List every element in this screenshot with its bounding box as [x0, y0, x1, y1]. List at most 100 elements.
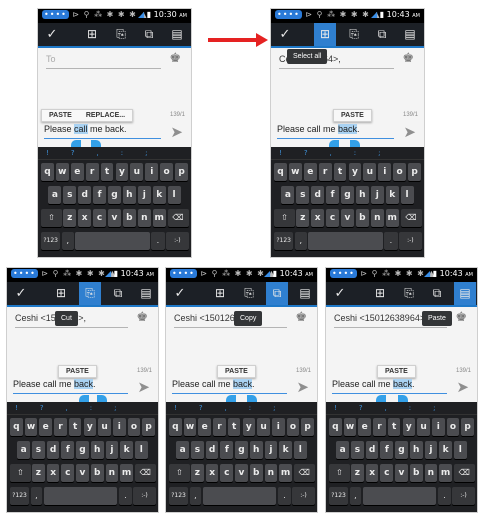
key[interactable]: n [137, 209, 151, 227]
key[interactable]: x [205, 464, 219, 482]
key[interactable]: j [424, 441, 438, 459]
done-check-icon[interactable]: ✓ [168, 282, 192, 305]
key[interactable]: o [286, 418, 300, 436]
key[interactable]: j [370, 186, 384, 204]
select-all-icon[interactable]: ⊞ [314, 23, 336, 46]
key[interactable]: w [55, 163, 69, 181]
key[interactable]: f [220, 441, 234, 459]
paste-icon[interactable]: ▤ [454, 282, 476, 305]
key[interactable]: n [370, 209, 384, 227]
suggestion-item[interactable]: : [249, 404, 251, 412]
key[interactable]: w [343, 418, 357, 436]
replace-button[interactable]: REPLACE... [79, 112, 132, 119]
message-compose-field[interactable]: Please call me back. [332, 379, 447, 394]
suggestion-item[interactable]: ; [145, 149, 147, 157]
key[interactable]: a [176, 441, 190, 459]
key[interactable]: l [453, 441, 467, 459]
key[interactable]: i [431, 418, 445, 436]
key[interactable]: g [395, 441, 408, 459]
send-icon[interactable]: ➤ [296, 378, 309, 396]
comma-key[interactable]: , [30, 487, 43, 505]
key[interactable]: u [257, 418, 270, 436]
message-compose-field[interactable]: Please call me back. [13, 379, 128, 394]
period-key[interactable]: . [277, 487, 291, 505]
key[interactable]: z [32, 464, 45, 482]
suggestion-item[interactable]: : [90, 404, 92, 412]
key[interactable]: u [417, 418, 430, 436]
key[interactable]: e [358, 418, 372, 436]
symbols-mode-key[interactable]: ?123 [169, 487, 189, 505]
key[interactable]: q [169, 418, 182, 436]
key[interactable]: b [355, 209, 369, 227]
key[interactable]: m [439, 464, 452, 482]
suggestion-item[interactable]: , [330, 149, 332, 157]
key[interactable]: c [220, 464, 234, 482]
key[interactable]: j [137, 186, 151, 204]
copy-icon[interactable]: ⧉ [371, 23, 393, 46]
message-compose-field[interactable]: Please call me back. [44, 124, 161, 139]
enter-key[interactable]: :-) [399, 232, 422, 250]
key[interactable]: i [112, 418, 126, 436]
key[interactable]: t [68, 418, 82, 436]
space-key[interactable] [308, 232, 383, 250]
key[interactable]: p [408, 163, 421, 181]
key[interactable]: x [311, 209, 325, 227]
delete-key-icon[interactable]: ⌫ [453, 464, 475, 482]
space-key[interactable] [75, 232, 150, 250]
key[interactable]: g [341, 186, 354, 204]
suggestion-item[interactable]: ? [304, 149, 308, 157]
key[interactable]: v [108, 209, 121, 227]
enter-key[interactable]: :-) [292, 487, 315, 505]
period-key[interactable]: . [437, 487, 451, 505]
shift-key-icon[interactable]: ⇧ [274, 209, 295, 227]
key[interactable]: d [78, 186, 92, 204]
paste-button[interactable]: PASTE [42, 112, 79, 119]
key[interactable]: f [326, 186, 340, 204]
suggestion-item[interactable]: ; [114, 404, 116, 412]
space-key[interactable] [202, 487, 277, 505]
key[interactable]: b [249, 464, 263, 482]
suggestion-item[interactable]: , [385, 404, 387, 412]
comma-key[interactable]: , [294, 232, 307, 250]
key[interactable]: s [32, 441, 45, 459]
symbols-mode-key[interactable]: ?123 [329, 487, 349, 505]
cut-icon[interactable]: ⎘ [343, 23, 365, 46]
key[interactable]: k [385, 186, 399, 204]
suggestion-item[interactable]: ! [279, 149, 282, 157]
key[interactable]: y [83, 418, 97, 436]
period-key[interactable]: . [384, 232, 398, 250]
key[interactable]: d [365, 441, 379, 459]
key[interactable]: l [167, 186, 181, 204]
key[interactable]: h [90, 441, 104, 459]
select-all-icon[interactable]: ⊞ [369, 282, 391, 305]
key[interactable]: f [380, 441, 394, 459]
comma-key[interactable]: , [61, 232, 74, 250]
suggestion-item[interactable]: , [225, 404, 227, 412]
key[interactable]: d [205, 441, 219, 459]
key[interactable]: a [336, 441, 350, 459]
shift-key-icon[interactable]: ⇧ [10, 464, 31, 482]
comma-key[interactable]: , [349, 487, 362, 505]
paste-button[interactable]: PASTE [218, 368, 255, 375]
key[interactable]: p [142, 418, 155, 436]
shift-key-icon[interactable]: ⇧ [41, 209, 62, 227]
space-key[interactable] [43, 487, 118, 505]
copy-icon[interactable]: ⧉ [266, 282, 288, 305]
key[interactable]: g [76, 441, 89, 459]
period-key[interactable]: . [118, 487, 132, 505]
add-contact-icon[interactable]: ♚ [169, 51, 181, 66]
suggestion-item[interactable]: ; [433, 404, 435, 412]
send-icon[interactable]: ➤ [170, 123, 183, 141]
delete-key-icon[interactable]: ⌫ [293, 464, 315, 482]
shift-key-icon[interactable]: ⇧ [329, 464, 350, 482]
done-check-icon[interactable]: ✓ [328, 282, 352, 305]
send-icon[interactable]: ➤ [137, 378, 150, 396]
paste-button[interactable]: PASTE [334, 112, 371, 119]
message-compose-field[interactable]: Please call me back. [277, 124, 394, 139]
cut-icon[interactable]: ⎘ [238, 282, 260, 305]
key[interactable]: s [296, 186, 310, 204]
key[interactable]: z [351, 464, 364, 482]
key[interactable]: c [61, 464, 75, 482]
comma-key[interactable]: , [189, 487, 202, 505]
key[interactable]: x [46, 464, 60, 482]
